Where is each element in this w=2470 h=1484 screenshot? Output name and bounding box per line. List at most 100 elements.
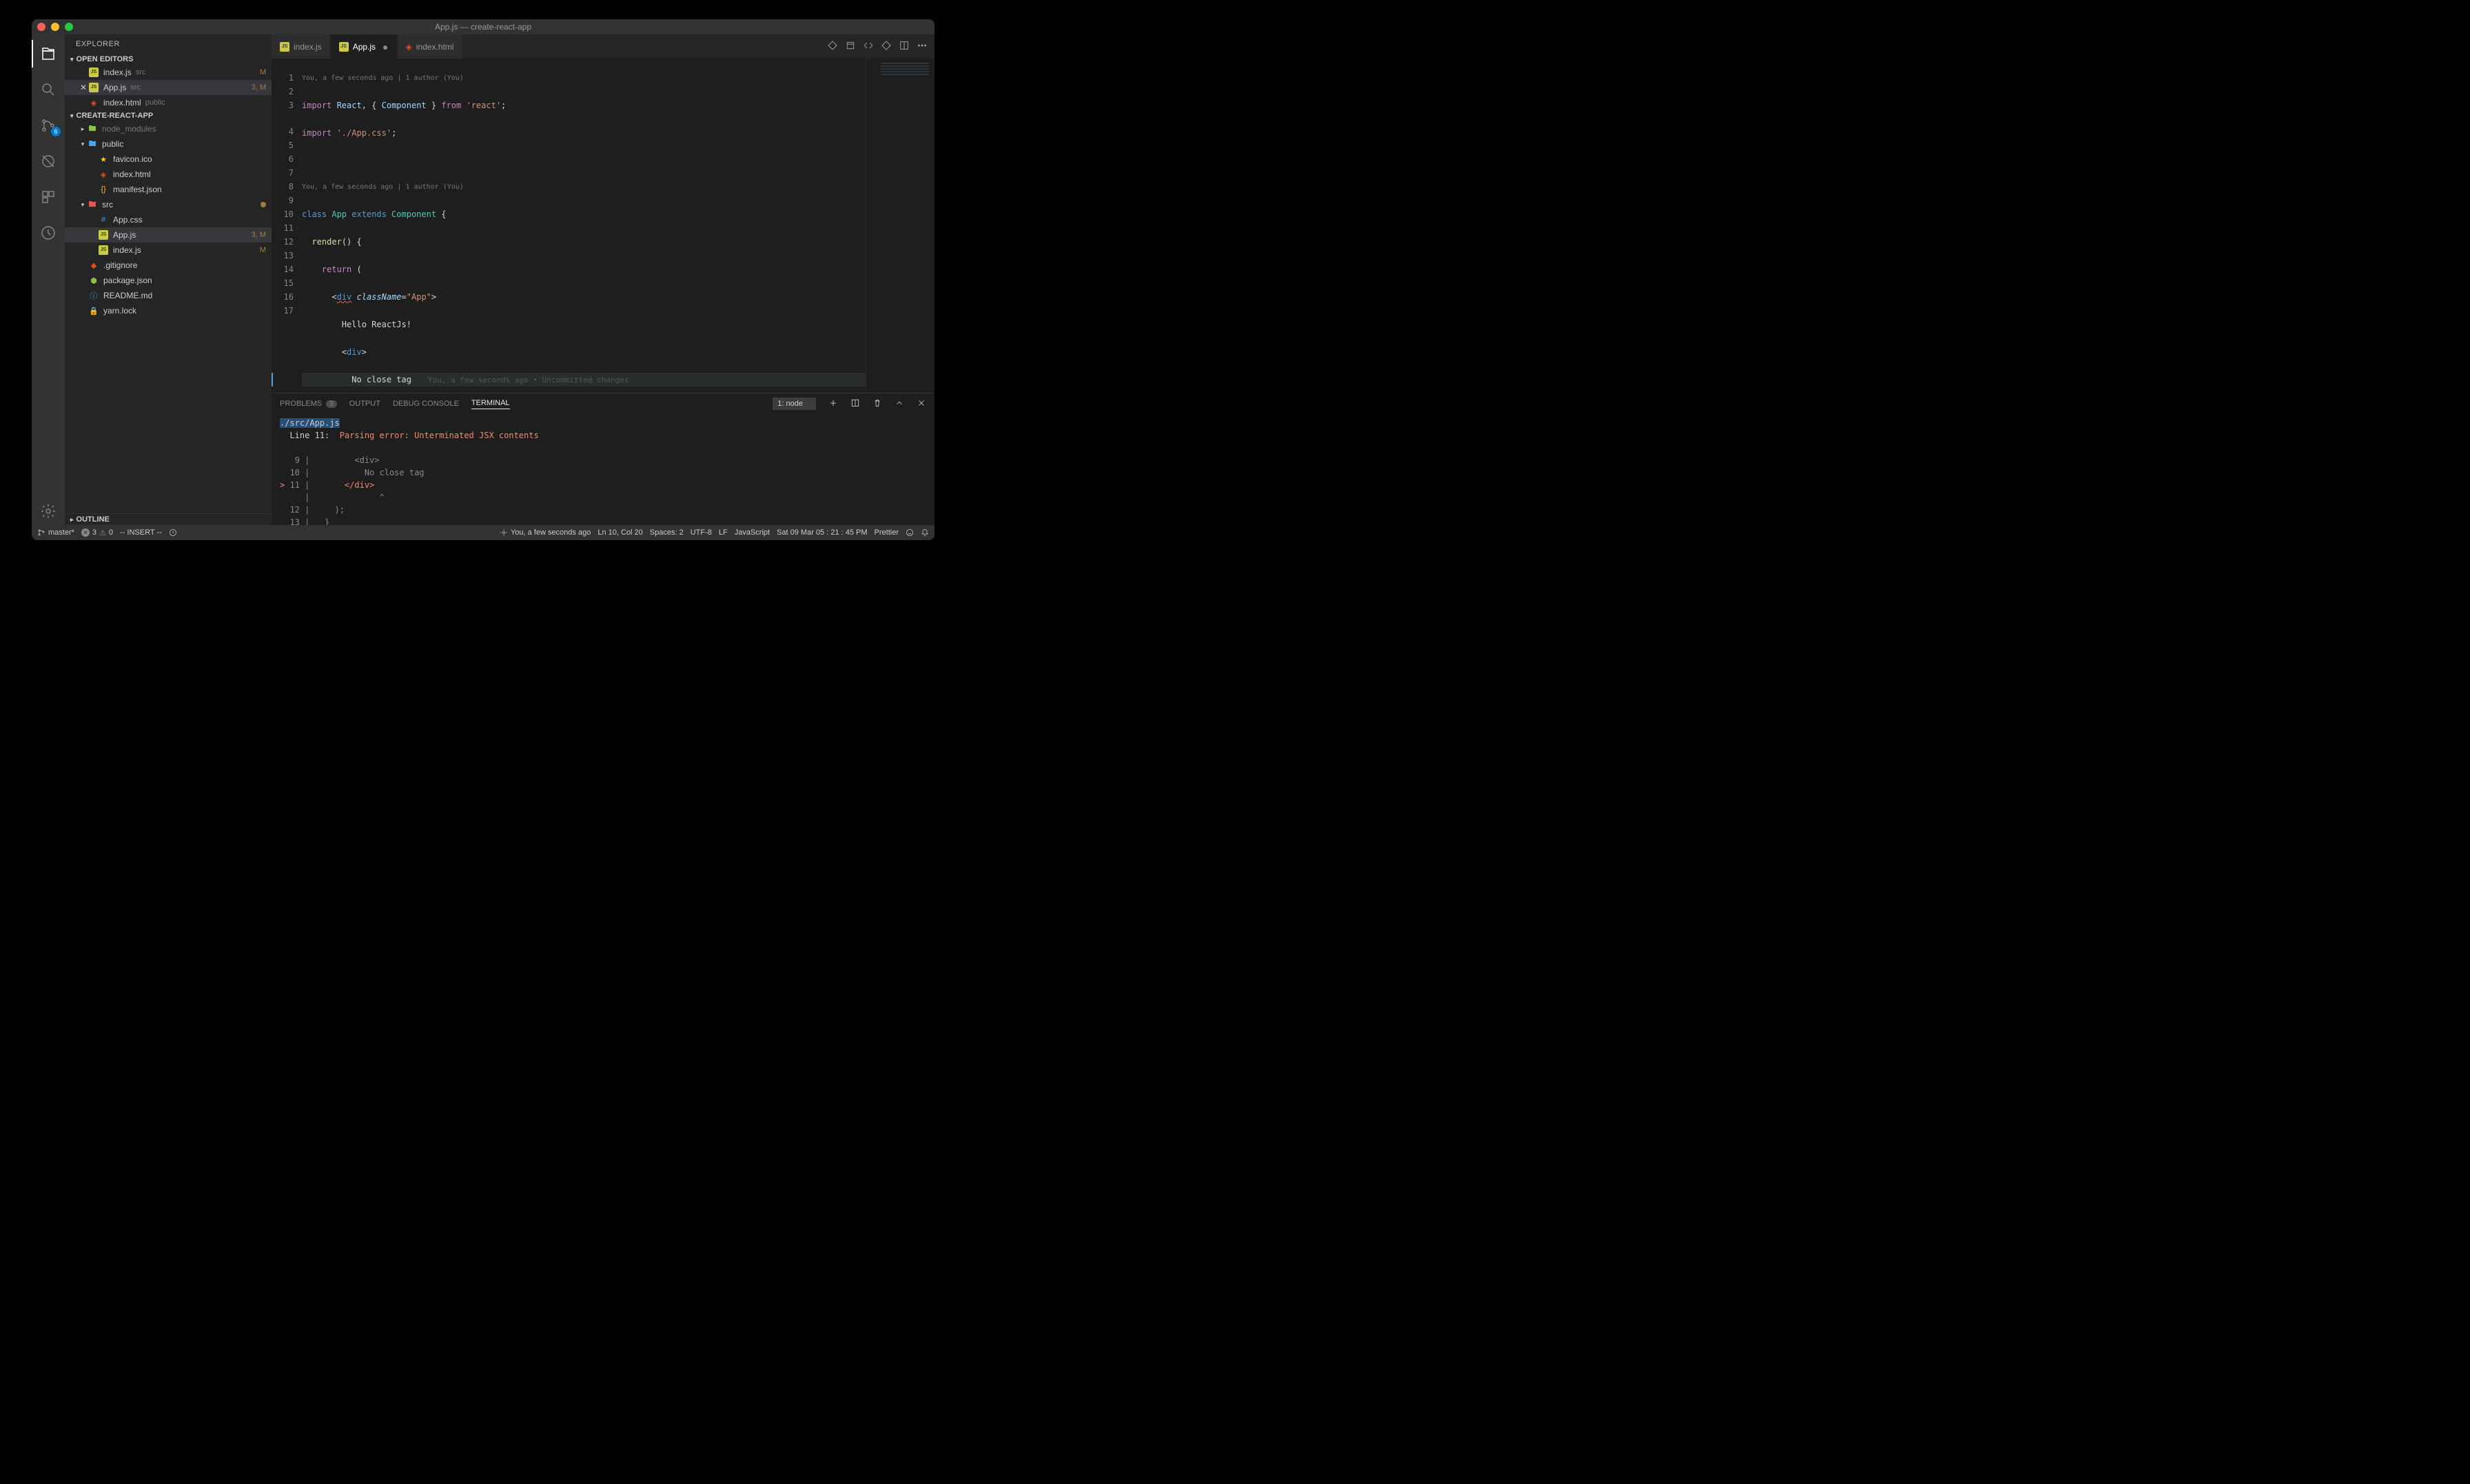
file-readme[interactable]: ⓘ README.md (65, 288, 272, 303)
file-package-json[interactable]: ⬢ package.json (65, 273, 272, 288)
gitlens-icon[interactable] (32, 219, 65, 247)
tab-app-js[interactable]: JS App.js ● (331, 34, 398, 59)
gitlens-toggle-icon[interactable] (845, 40, 856, 53)
clock-icon[interactable] (169, 528, 177, 537)
file-index-html[interactable]: ◈ index.html (65, 167, 272, 182)
error-icon: ✕ (81, 528, 90, 537)
js-icon: JS (89, 83, 99, 92)
gitlens-compare-icon[interactable] (827, 40, 838, 53)
notifications-icon[interactable] (921, 528, 929, 537)
split-terminal-icon[interactable] (850, 398, 860, 410)
git-icon: ◆ (88, 260, 99, 271)
editor-actions (820, 34, 935, 59)
close-panel-icon[interactable] (917, 398, 926, 410)
problems-status[interactable]: ✕ 3 ⚠ 0 (81, 528, 113, 537)
folder-src[interactable]: ▾ 🖿 src (65, 197, 272, 212)
maximize-panel-icon[interactable] (895, 398, 904, 410)
language-mode[interactable]: JavaScript (735, 528, 770, 537)
feedback-icon[interactable] (906, 528, 914, 537)
dirty-close-icon[interactable]: ✕ (79, 83, 88, 92)
tab-debug-console[interactable]: DEBUG CONSOLE (393, 400, 459, 408)
scm-badge: 6 (51, 127, 61, 136)
editor-group: JS index.js JS App.js ● ◈ index.html (272, 34, 935, 525)
window-title: App.js — create-react-app (435, 22, 531, 32)
kill-terminal-icon[interactable] (872, 398, 882, 410)
tab-index-html[interactable]: ◈ index.html (398, 34, 463, 59)
html-icon: ◈ (406, 42, 412, 52)
git-branch[interactable]: master* (37, 528, 74, 537)
codelens[interactable]: You, a few seconds ago | 1 author (You) (302, 181, 866, 194)
folder-public[interactable]: ▾ 🖿 public (65, 136, 272, 152)
indentation[interactable]: Spaces: 2 (650, 528, 684, 537)
modified-dot-icon (261, 202, 266, 207)
js-icon: JS (280, 42, 289, 52)
file-app-js[interactable]: JS App.js 3, M (65, 227, 272, 243)
line-gutter: 123 4567891011121314151617 (272, 59, 302, 393)
open-editor-item[interactable]: ✕ JS App.js src 3, M (65, 80, 272, 95)
bottom-panel: PROBLEMS 3 OUTPUT DEBUG CONSOLE TERMINAL… (272, 393, 935, 525)
window-controls (37, 23, 73, 31)
open-editor-item[interactable]: ◈ index.html public (65, 95, 272, 110)
source-control-icon[interactable]: 6 (32, 112, 65, 139)
terminal-output[interactable]: ./src/App.js Line 11: Parsing error: Unt… (272, 414, 935, 525)
encoding[interactable]: UTF-8 (691, 528, 712, 537)
tab-dirty-close-icon[interactable]: ● (382, 41, 388, 52)
close-window-button[interactable] (37, 23, 45, 31)
search-icon[interactable] (32, 76, 65, 103)
folder-icon: 🖿 (87, 199, 98, 210)
minimap[interactable] (866, 59, 935, 393)
tab-terminal[interactable]: TERMINAL (471, 399, 510, 409)
json-icon: {} (98, 184, 109, 195)
blame-status[interactable]: You, a few seconds ago (500, 528, 591, 537)
gitlens-revision-icon[interactable] (863, 40, 874, 53)
titlebar[interactable]: App.js — create-react-app (32, 19, 935, 34)
debug-icon[interactable] (32, 147, 65, 175)
file-manifest[interactable]: {} manifest.json (65, 182, 272, 197)
eol[interactable]: LF (719, 528, 728, 537)
chevron-down-icon: ▾ (79, 141, 87, 148)
tab-output[interactable]: OUTPUT (349, 400, 380, 408)
extensions-icon[interactable] (32, 183, 65, 211)
new-terminal-icon[interactable] (828, 398, 838, 410)
open-editors-header[interactable]: ▾ OPEN EDITORS (65, 54, 272, 65)
status-bar: master* ✕ 3 ⚠ 0 -- INSERT -- You, a few … (32, 525, 935, 540)
project-header[interactable]: ▾ CREATE-REACT-APP (65, 110, 272, 121)
prettier-status[interactable]: Prettier (875, 528, 899, 537)
chevron-down-icon: ▾ (70, 56, 74, 63)
file-favicon[interactable]: ★ favicon.ico (65, 152, 272, 167)
open-changes-icon[interactable] (881, 40, 892, 53)
code-content[interactable]: You, a few seconds ago | 1 author (You) … (302, 59, 866, 393)
inline-blame: You, a few seconds ago • Uncommitted cha… (428, 375, 629, 384)
folder-icon: 🖿 (87, 123, 98, 134)
minimize-window-button[interactable] (51, 23, 59, 31)
code-editor[interactable]: 123 4567891011121314151617 You, a few se… (272, 59, 935, 393)
open-editor-item[interactable]: JS index.js src M (65, 65, 272, 80)
cursor-position[interactable]: Ln 10, Col 20 (598, 528, 642, 537)
js-icon: JS (99, 245, 108, 255)
activity-bar: 6 (32, 34, 65, 525)
more-actions-icon[interactable] (917, 40, 928, 53)
terminal-select[interactable]: 1: node (773, 398, 816, 410)
explorer-sidebar: EXPLORER ▾ OPEN EDITORS JS index.js src … (65, 34, 272, 525)
explorer-icon[interactable] (32, 40, 65, 68)
js-icon: JS (99, 230, 108, 240)
outline-header[interactable]: ▸ OUTLINE (65, 513, 272, 525)
maximize-window-button[interactable] (65, 23, 73, 31)
file-app-css[interactable]: # App.css (65, 212, 272, 227)
split-editor-icon[interactable] (899, 40, 910, 53)
tab-problems[interactable]: PROBLEMS 3 (280, 400, 337, 408)
html-icon: ◈ (98, 169, 109, 180)
codelens[interactable]: You, a few seconds ago | 1 author (You) (302, 72, 866, 85)
tab-index-js[interactable]: JS index.js (272, 34, 331, 59)
file-gitignore[interactable]: ◆ .gitignore (65, 258, 272, 273)
js-icon: JS (339, 42, 349, 52)
settings-gear-icon[interactable] (32, 497, 65, 525)
file-yarn-lock[interactable]: 🔒 yarn.lock (65, 303, 272, 318)
chevron-down-icon: ▾ (70, 112, 74, 120)
folder-node-modules[interactable]: ▸ 🖿 node_modules (65, 121, 272, 136)
sidebar-title: EXPLORER (65, 34, 272, 54)
chevron-down-icon: ▾ (79, 201, 87, 209)
folder-icon: 🖿 (87, 138, 98, 150)
file-index-js[interactable]: JS index.js M (65, 243, 272, 258)
datetime: Sat 09 Mar 05 : 21 : 45 PM (777, 528, 867, 537)
